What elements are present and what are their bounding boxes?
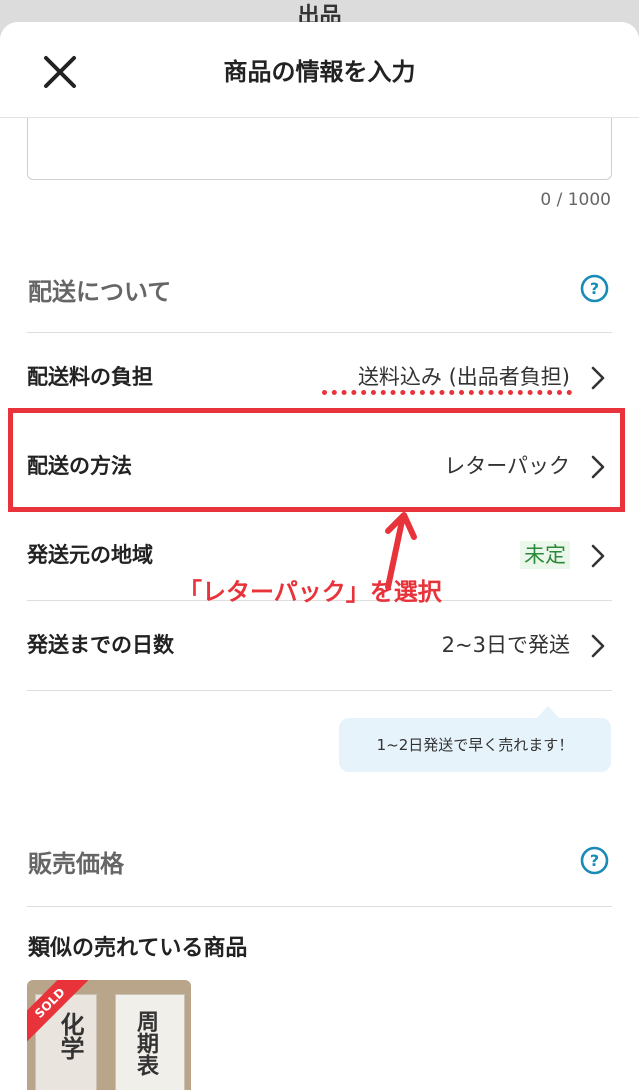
days-to-ship-label: 発送までの日数 (27, 633, 174, 657)
price-section-title: 販売価格 (28, 850, 124, 878)
book-title: 化学 (56, 1012, 84, 1060)
ship-from-region-label: 発送元の地域 (27, 543, 153, 567)
description-textarea[interactable] (27, 118, 612, 180)
svg-text:?: ? (590, 851, 599, 870)
similar-items-title: 類似の売れている商品 (28, 936, 248, 961)
svg-text:?: ? (590, 279, 599, 298)
chevron-right-icon (591, 634, 605, 658)
divider (27, 690, 612, 691)
annotation-label: 「レターパック」を選択 (178, 578, 442, 606)
days-to-ship-value: 2~3日で発送 (441, 633, 570, 657)
price-help-icon[interactable]: ? (580, 846, 609, 875)
sheet-header: 商品の情報を入力 (0, 22, 639, 118)
annotation-highlight-box (8, 408, 625, 512)
shipping-section-title: 配送について (28, 278, 172, 306)
book-title: 周期表 (133, 1010, 158, 1076)
annotation-dotted-underline (322, 390, 572, 395)
page-title: 商品の情報を入力 (223, 58, 416, 86)
similar-item-thumbnail[interactable]: 化学 周期表 SOLD (27, 980, 191, 1090)
ship-from-region-value: 未定 (520, 541, 570, 569)
shipping-help-icon[interactable]: ? (580, 274, 609, 303)
product-info-sheet: 商品の情報を入力 0 / 1000 配送について ? 配送料の負担 送料込み (… (0, 22, 639, 1090)
ship-from-region-value-wrap: 未定 (520, 511, 570, 599)
divider (27, 906, 612, 907)
description-char-counter: 0 / 1000 (540, 190, 611, 210)
chevron-right-icon (591, 366, 605, 390)
chevron-right-icon (591, 544, 605, 568)
days-to-ship-row[interactable]: 発送までの日数 2~3日で発送 (27, 601, 612, 689)
fast-shipping-tooltip: 1~2日発送で早く売れます！ (339, 718, 611, 772)
